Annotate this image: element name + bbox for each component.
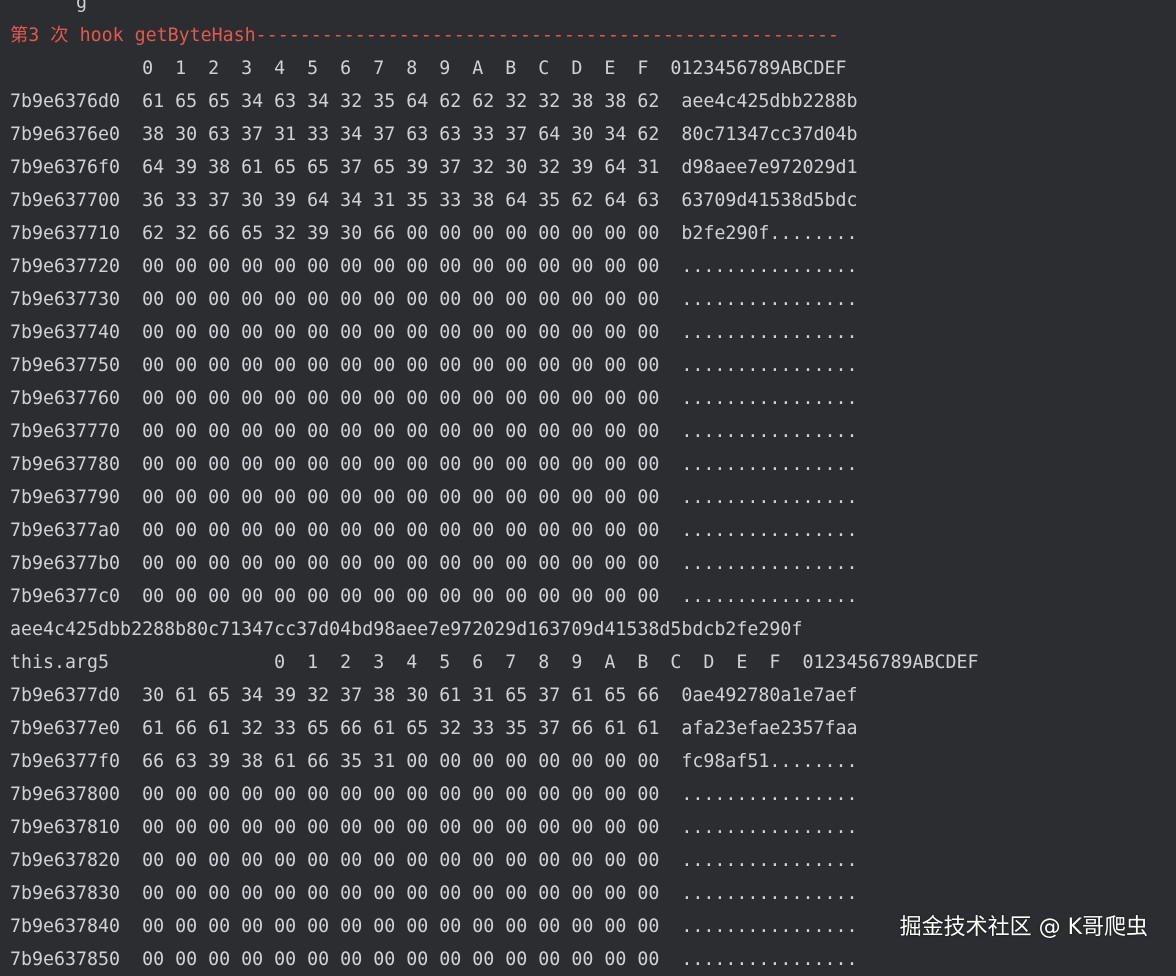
hexdump-row: 7b9e6377d0 30 61 65 34 39 32 37 38 30 61…: [10, 685, 858, 706]
hexdump-row: 7b9e637800 00 00 00 00 00 00 00 00 00 00…: [10, 784, 858, 805]
arg-hexdump-header: this.arg5 0 1 2 3 4 5 6 7 8 9 A B C D E …: [10, 652, 979, 673]
hexdump-row: 7b9e637750 00 00 00 00 00 00 00 00 00 00…: [10, 355, 858, 376]
hexdump-row: 7b9e6377e0 61 66 61 32 33 65 66 61 65 32…: [10, 718, 858, 739]
hexdump-row: 7b9e6377b0 00 00 00 00 00 00 00 00 00 00…: [10, 553, 858, 574]
hexdump-row: 7b9e6377a0 00 00 00 00 00 00 00 00 00 00…: [10, 520, 858, 541]
watermark-text: 掘金技术社区 @ K哥爬虫: [899, 915, 1148, 940]
hexdump-row: 7b9e637720 00 00 00 00 00 00 00 00 00 00…: [10, 256, 858, 277]
hexdump-row: 7b9e6376f0 64 39 38 61 65 65 37 65 39 37…: [10, 157, 858, 178]
hexdump-row: 7b9e6376d0 61 65 65 34 63 34 32 35 64 62…: [10, 91, 858, 112]
hexdump-row: 7b9e637770 00 00 00 00 00 00 00 00 00 00…: [10, 421, 858, 442]
hexdump-row: 7b9e637730 00 00 00 00 00 00 00 00 00 00…: [10, 289, 858, 310]
hexdump-row: 7b9e637760 00 00 00 00 00 00 00 00 00 00…: [10, 388, 858, 409]
hexdump-row: 7b9e637830 00 00 00 00 00 00 00 00 00 00…: [10, 883, 858, 904]
hexdump-column-header: 0 1 2 3 4 5 6 7 8 9 A B C D E F 01234567…: [10, 58, 847, 79]
hexdump-row: 7b9e637740 00 00 00 00 00 00 00 00 00 00…: [10, 322, 858, 343]
hexdump-row: 7b9e637790 00 00 00 00 00 00 00 00 00 00…: [10, 487, 858, 508]
hexdump-row: 7b9e637710 62 32 66 65 32 39 30 66 00 00…: [10, 223, 858, 244]
hexdump-row: 7b9e637820 00 00 00 00 00 00 00 00 00 00…: [10, 850, 858, 871]
hook-header-line: 第3 次 hook getByteHash-------------------…: [10, 25, 840, 46]
console-output: g 第3 次 hook getByteHash-----------------…: [10, 0, 1170, 976]
hexdump-row: 7b9e637780 00 00 00 00 00 00 00 00 00 00…: [10, 454, 858, 475]
hexdump-row: 7b9e6377f0 66 63 39 38 61 66 35 31 00 00…: [10, 751, 858, 772]
hexdump-row: 7b9e6377c0 00 00 00 00 00 00 00 00 00 00…: [10, 586, 858, 607]
hexdump-row: 7b9e637810 00 00 00 00 00 00 00 00 00 00…: [10, 817, 858, 838]
hexdump-row: 7b9e6376e0 38 30 63 37 31 33 34 37 63 63…: [10, 124, 858, 145]
hash-result-line: aee4c425dbb2288b80c71347cc37d04bd98aee7e…: [10, 619, 803, 640]
console-line: g: [10, 0, 88, 13]
hexdump-row: 7b9e637850 00 00 00 00 00 00 00 00 00 00…: [10, 949, 858, 970]
hexdump-row: 7b9e637700 36 33 37 30 39 64 34 31 35 33…: [10, 190, 858, 211]
